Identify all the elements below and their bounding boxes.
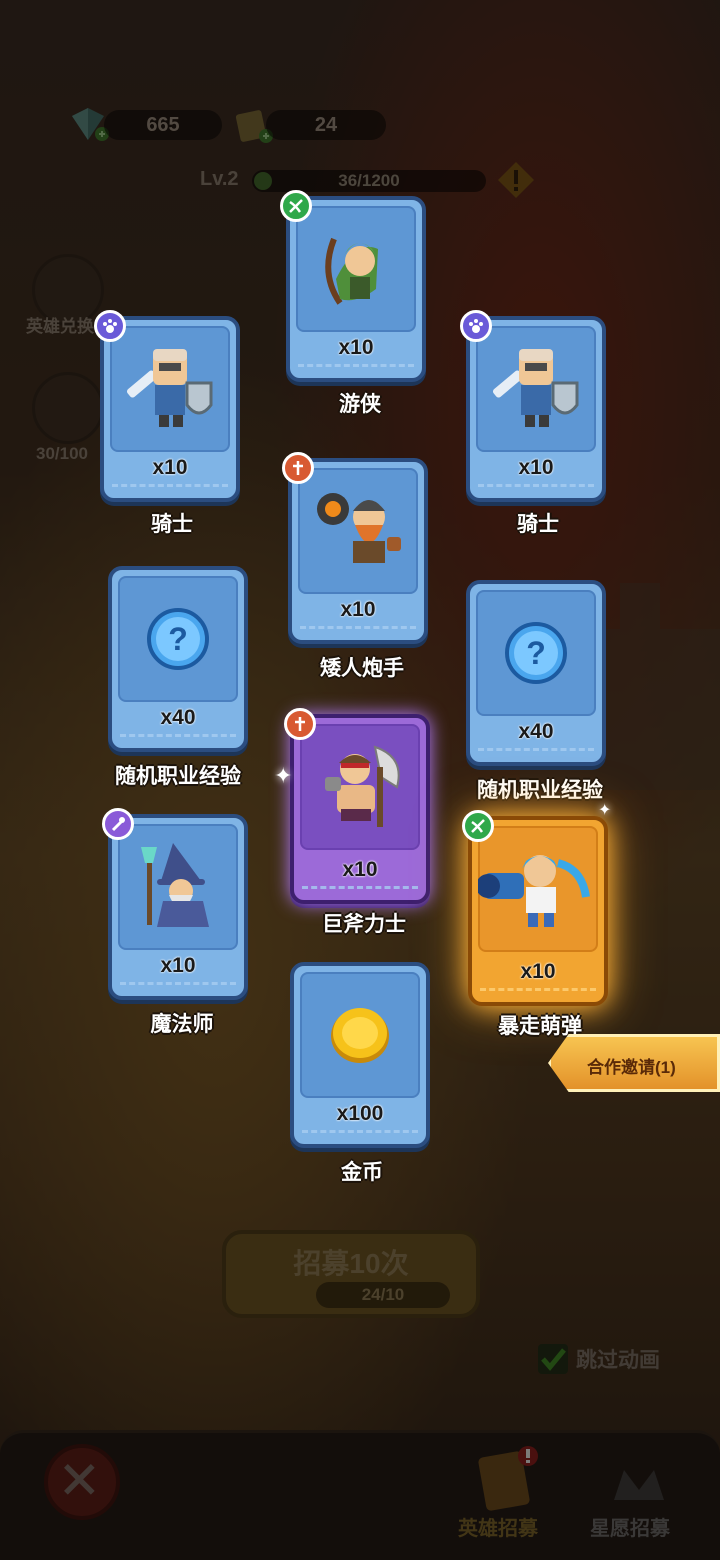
reward-card-wizard: x10	[102, 808, 248, 1000]
reward-card-dwarf-gunner: x10	[282, 452, 428, 644]
card-quantity: x100	[336, 1102, 384, 1125]
wand-icon	[111, 817, 125, 832]
sparkle-icon: ✦	[274, 764, 293, 789]
axe-warrior-icon	[325, 745, 400, 827]
reward-card-gold: x100	[290, 962, 430, 1148]
card-name: 魔法师	[150, 1013, 214, 1036]
sparkle-icon: ✦	[598, 800, 612, 819]
ranger-icon	[325, 237, 378, 305]
card-quantity: x10	[520, 960, 556, 983]
dagger-icon	[293, 461, 303, 475]
gunner-class-badge	[282, 452, 314, 484]
cooperation-invite-button[interactable]: 合作邀请(1)	[548, 1034, 720, 1092]
wizard-icon	[141, 843, 209, 927]
question-orb-icon: ?	[147, 608, 209, 670]
bow-icon	[289, 199, 303, 213]
dwarf-gunner-icon	[317, 493, 401, 563]
card-quantity: x40	[518, 720, 554, 743]
paw-icon	[469, 319, 483, 333]
card-quantity: x10	[338, 336, 374, 359]
invite-label: 合作邀请(1)	[587, 1058, 676, 1077]
reward-card-knight: x10	[460, 310, 606, 502]
card-name: 骑士	[151, 513, 193, 536]
svg-text:?: ?	[168, 621, 188, 657]
reward-card-knight: x10	[94, 310, 240, 502]
svg-text:?: ?	[526, 635, 546, 671]
reward-card-random-exp: ? x40	[108, 566, 248, 752]
card-quantity: x10	[152, 456, 188, 479]
warrior-class-badge	[460, 310, 492, 342]
archer-class-badge	[462, 810, 494, 842]
card-quantity: x40	[160, 706, 196, 729]
archer-class-badge	[280, 190, 312, 222]
reward-card-axe-warrior: x10	[284, 708, 430, 904]
cannon-girl-icon	[478, 855, 590, 927]
card-name: 金币	[341, 1161, 383, 1184]
mage-class-badge	[102, 808, 134, 840]
paw-icon	[103, 319, 117, 333]
dagger-icon	[295, 717, 305, 731]
warrior-class-badge	[94, 310, 126, 342]
card-name: 矮人炮手	[320, 657, 404, 680]
card-quantity: x10	[342, 858, 378, 881]
reward-card-ranger: x10	[280, 190, 426, 382]
gold-coin-icon	[331, 1008, 389, 1063]
card-name: 巨斧力士	[322, 913, 406, 936]
bow-icon	[471, 819, 485, 833]
card-quantity: x10	[340, 598, 376, 621]
card-quantity: x10	[160, 954, 196, 977]
reward-card-cannon-girl: x10	[462, 810, 608, 1006]
knight-icon	[126, 349, 213, 427]
card-name: 骑士	[517, 513, 559, 536]
knight-icon	[492, 349, 579, 427]
card-name: 游侠	[339, 393, 381, 416]
question-orb-icon: ?	[505, 622, 567, 684]
reward-card-random-exp: ? x40	[466, 580, 606, 766]
warrior-class-badge	[284, 708, 316, 740]
card-quantity: x10	[518, 456, 554, 479]
card-name: 随机职业经验	[115, 765, 241, 788]
